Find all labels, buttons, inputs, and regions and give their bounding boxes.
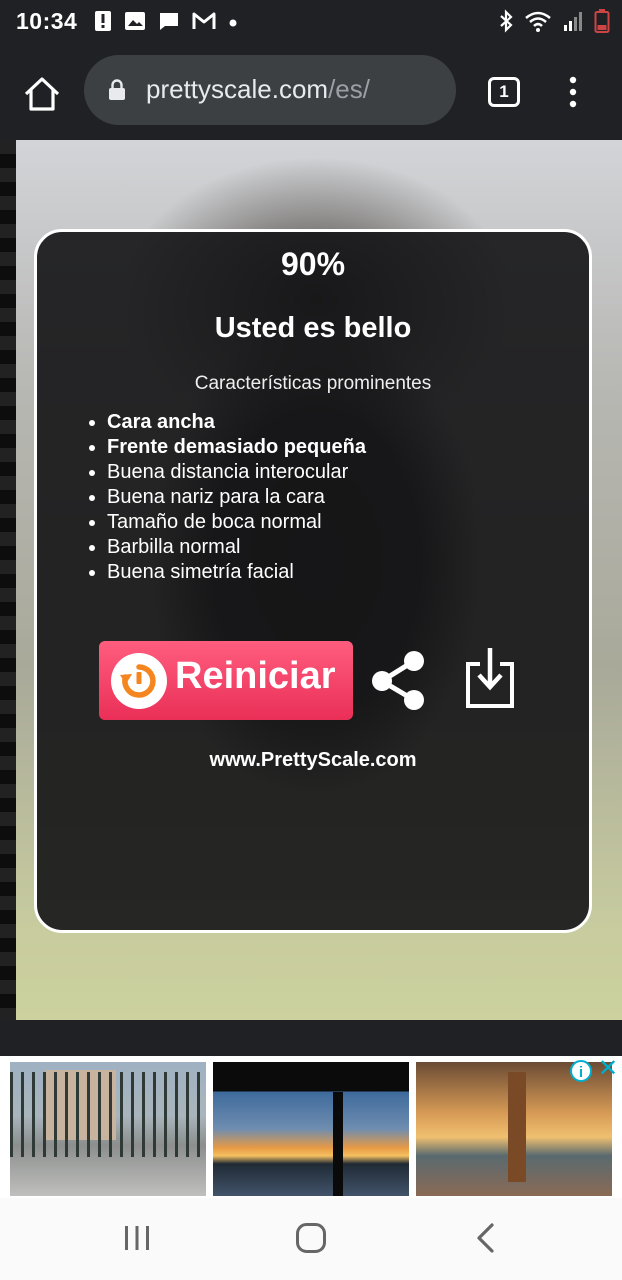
feature-item: Cara ancha bbox=[107, 410, 366, 435]
ad-close-icon[interactable]: ✕ bbox=[596, 1056, 620, 1082]
feature-item: Buena distancia interocular bbox=[107, 460, 366, 485]
bluetooth-icon bbox=[498, 9, 514, 38]
feature-item: Buena simetría facial bbox=[107, 560, 366, 585]
signal-icon bbox=[562, 9, 584, 38]
reset-label: Reiniciar bbox=[175, 655, 336, 697]
ad-fence-shape bbox=[10, 1072, 206, 1157]
verdict-heading: Usted es bello bbox=[214, 312, 412, 344]
restart-icon bbox=[111, 653, 167, 709]
web-content: 90% Usted es bello Características promi… bbox=[0, 140, 622, 1020]
site-link[interactable]: www.PrettyScale.com bbox=[37, 749, 589, 772]
lock-icon bbox=[109, 79, 125, 100]
ad-banner[interactable] bbox=[0, 1056, 622, 1198]
url-text: prettyscale.com/es/ bbox=[146, 74, 370, 105]
feature-item: Tamaño de boca normal bbox=[107, 510, 366, 535]
address-bar[interactable]: prettyscale.com/es/ bbox=[84, 55, 456, 125]
ad-image-window[interactable] bbox=[416, 1062, 612, 1196]
status-bar: 10:34 bbox=[0, 0, 622, 44]
ad-image-fence[interactable] bbox=[10, 1062, 206, 1196]
url-domain: prettyscale.com bbox=[146, 74, 329, 104]
ad-image-sunset[interactable] bbox=[213, 1062, 409, 1196]
home-icon bbox=[24, 77, 60, 111]
ad-post-shape bbox=[333, 1092, 343, 1196]
image-icon bbox=[124, 11, 146, 36]
score-percent: 90% bbox=[280, 246, 346, 282]
features-title: Características prominentes bbox=[194, 373, 432, 394]
tab-switcher-button[interactable]: 1 bbox=[488, 77, 520, 107]
wifi-icon bbox=[524, 9, 552, 38]
nav-home-icon bbox=[296, 1223, 326, 1253]
share-icon[interactable] bbox=[370, 650, 428, 710]
browser-menu-button[interactable] bbox=[563, 74, 583, 110]
status-time: 10:34 bbox=[16, 8, 78, 34]
download-icon[interactable] bbox=[464, 646, 516, 710]
adchoices-info-icon[interactable]: i bbox=[570, 1060, 592, 1082]
features-list: Cara ancha Frente demasiado pequeña Buen… bbox=[83, 410, 366, 585]
recents-icon bbox=[125, 1226, 149, 1250]
nav-home-button[interactable] bbox=[295, 1222, 327, 1254]
back-button[interactable] bbox=[472, 1222, 500, 1254]
browser-toolbar: prettyscale.com/es/ 1 bbox=[0, 44, 622, 140]
dot-icon bbox=[228, 15, 238, 33]
result-card: 90% Usted es bello Características promi… bbox=[34, 229, 592, 933]
feature-item: Barbilla normal bbox=[107, 535, 366, 560]
more-vert-icon bbox=[569, 76, 577, 108]
recents-button[interactable] bbox=[122, 1224, 152, 1252]
alert-icon bbox=[94, 10, 112, 37]
content-gap bbox=[0, 1020, 622, 1056]
message-icon bbox=[158, 11, 180, 36]
page-edge-strip bbox=[0, 140, 16, 1020]
home-button[interactable] bbox=[20, 72, 64, 116]
reset-button[interactable]: Reiniciar bbox=[99, 641, 353, 720]
ad-window-frame-shape bbox=[508, 1072, 526, 1182]
url-path: /es/ bbox=[328, 74, 370, 104]
battery-icon bbox=[594, 8, 610, 39]
system-nav-bar bbox=[0, 1198, 622, 1280]
gmail-icon bbox=[192, 11, 216, 36]
back-icon bbox=[477, 1223, 494, 1253]
feature-item: Frente demasiado pequeña bbox=[107, 435, 366, 460]
feature-item: Buena nariz para la cara bbox=[107, 485, 366, 510]
